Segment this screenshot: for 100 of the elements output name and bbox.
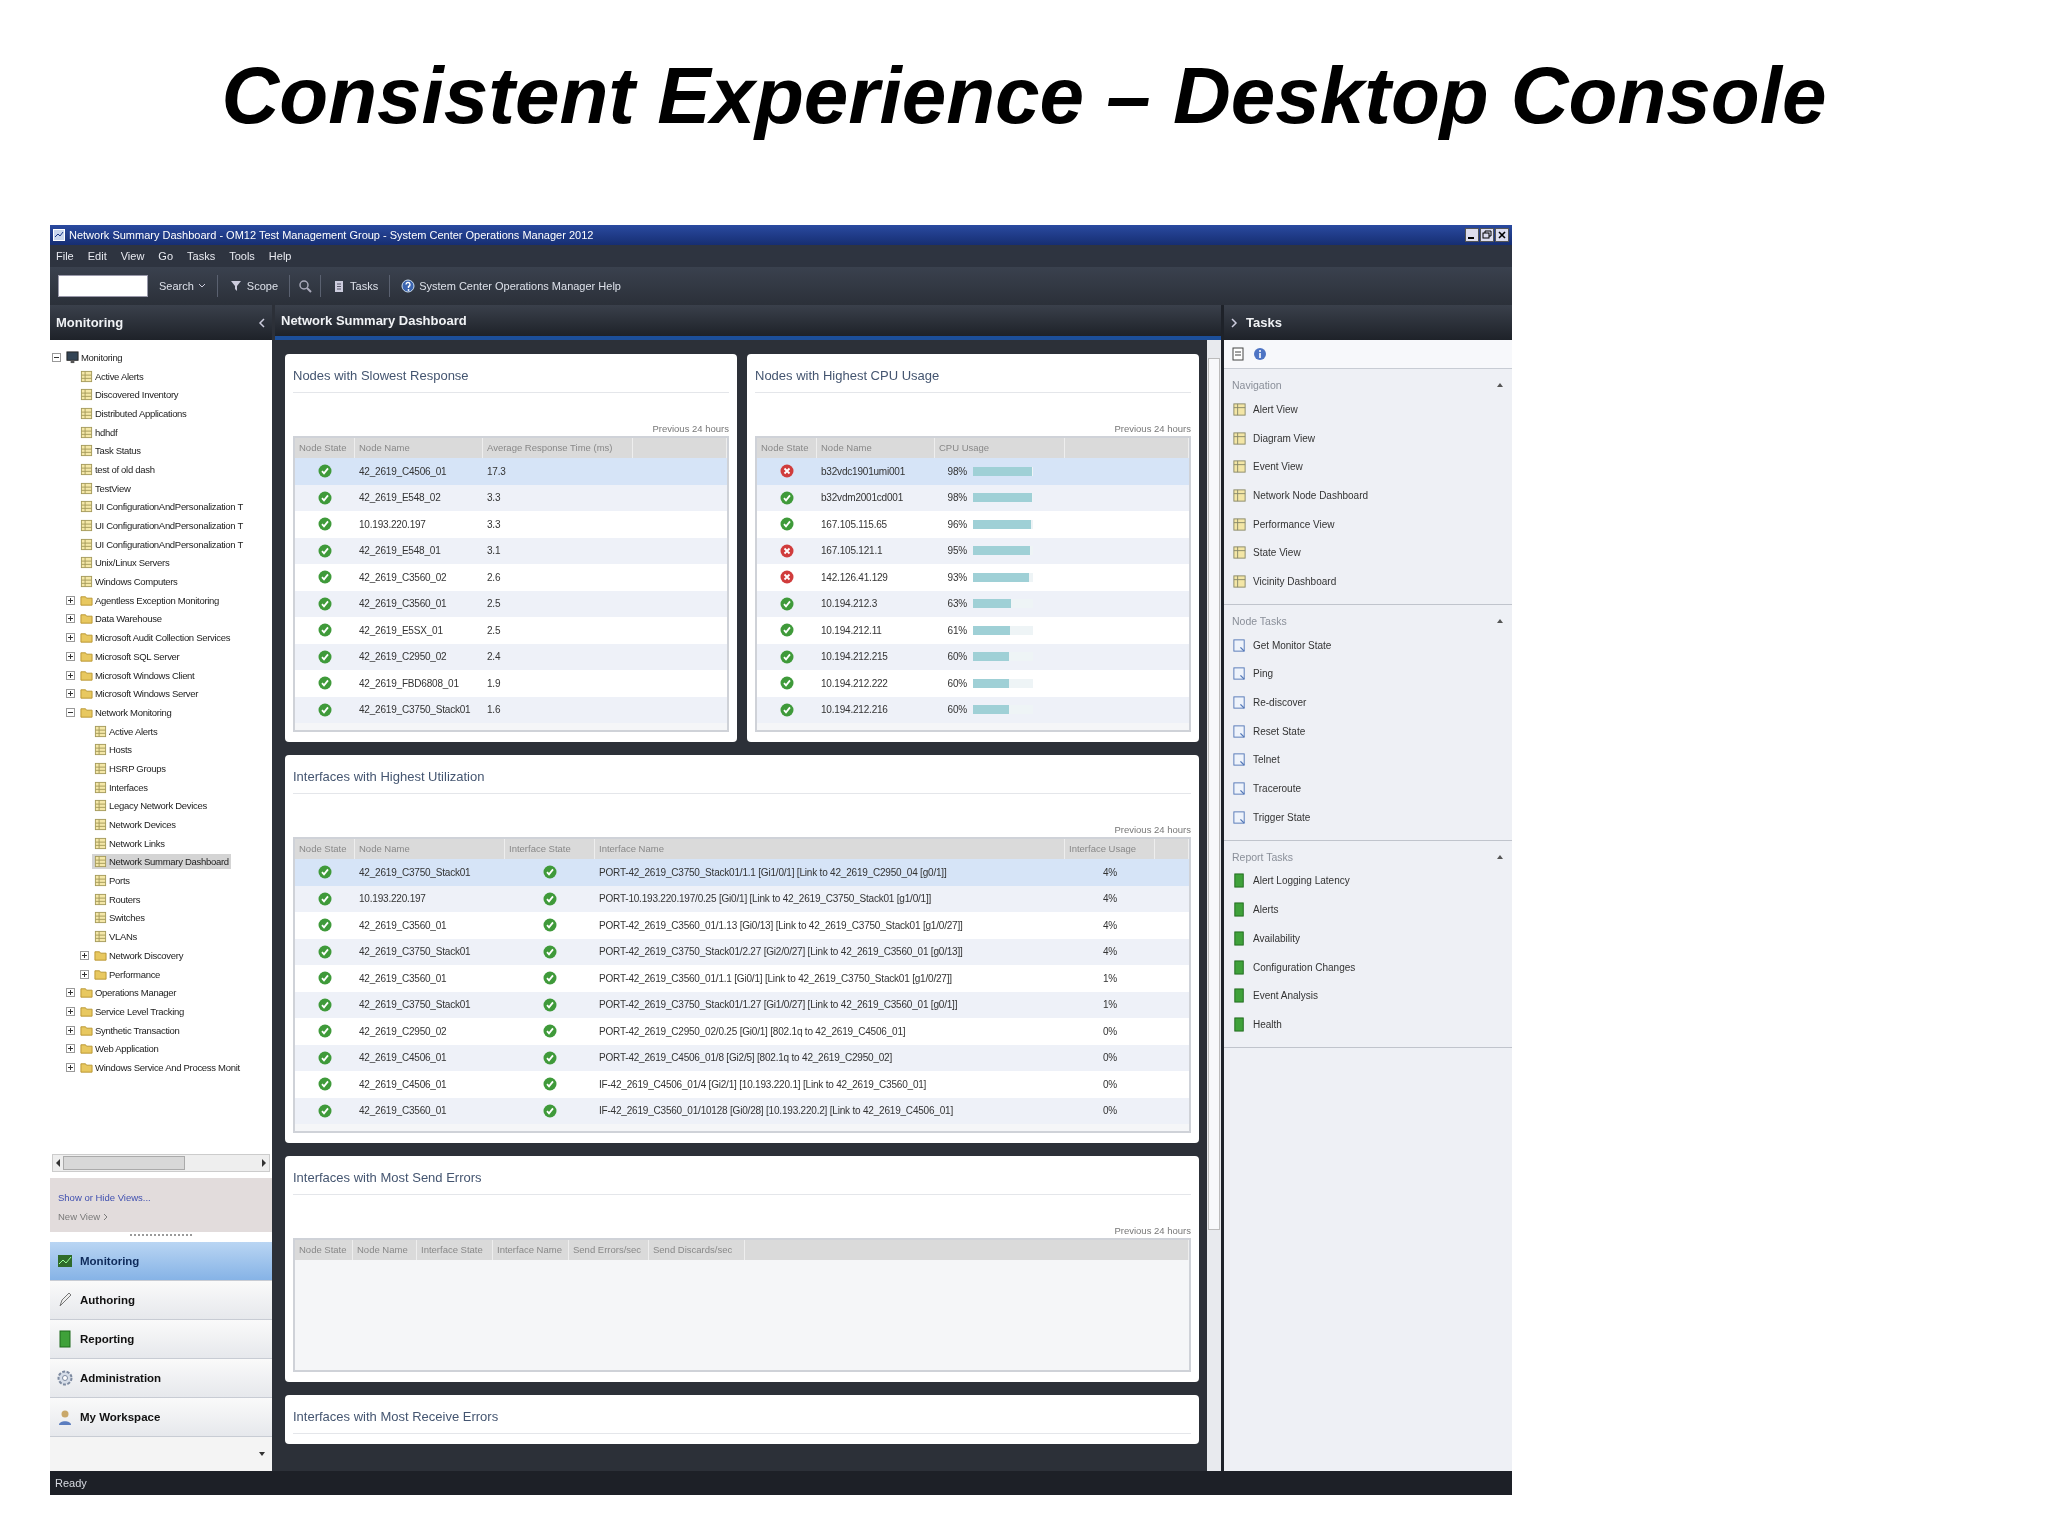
menu-item[interactable]: Go (158, 250, 174, 262)
expand-icon[interactable] (66, 1062, 75, 1072)
show-hide-views-link[interactable]: Show or Hide Views... (58, 1192, 264, 1203)
task-link[interactable]: Traceroute (1224, 774, 1512, 803)
search-button[interactable]: Search (156, 278, 209, 294)
expand-icon[interactable] (66, 595, 75, 605)
tree-item[interactable]: Network Discovery (92, 947, 186, 963)
tree-item[interactable]: Web Application (78, 1041, 161, 1057)
tree-item[interactable]: Microsoft Windows Server (78, 686, 201, 702)
table-row[interactable]: 167.105.121.1 95% (757, 537, 1189, 564)
collapse-icon[interactable] (1496, 853, 1504, 860)
expand-icon[interactable] (66, 1025, 75, 1035)
task-link[interactable]: Event Analysis (1224, 981, 1512, 1011)
table-row[interactable]: 42_2619_E5SX_01 2.5 (295, 617, 727, 644)
task-link[interactable]: Re-discover (1224, 688, 1512, 717)
tree-item[interactable]: VLANs (92, 929, 140, 945)
scroll-right-icon[interactable] (261, 1159, 267, 1167)
tree-item[interactable]: Microsoft SQL Server (78, 648, 182, 664)
expand-icon[interactable] (80, 969, 89, 979)
horizontal-scrollbar[interactable] (52, 1154, 270, 1172)
tree-item[interactable]: Unix/Linux Servers (78, 555, 172, 571)
table-row[interactable]: b32vdc1901umi001 98% (757, 458, 1189, 485)
table-row[interactable]: 42_2619_FBD6808_01 1.9 (295, 670, 727, 697)
task-link[interactable]: Performance View (1224, 509, 1512, 539)
vertical-scrollbar[interactable] (1207, 340, 1221, 1471)
help-button[interactable]: System Center Operations Manager Help (398, 277, 624, 295)
info-tab-icon[interactable] (1252, 346, 1268, 362)
tree-item[interactable]: Active Alerts (78, 368, 146, 384)
task-link[interactable]: Telnet (1224, 745, 1512, 775)
menu-item[interactable]: Tools (229, 250, 255, 262)
expand-icon[interactable] (66, 1044, 75, 1054)
table-row[interactable]: 42_2619_C2950_02 2.4 (295, 643, 727, 670)
workspace-button[interactable]: Authoring (50, 1281, 272, 1320)
tree-item[interactable]: Agentless Exception Monitoring (78, 592, 222, 608)
workspace-button[interactable]: Reporting (50, 1320, 272, 1359)
tree-item[interactable]: Ports (92, 873, 132, 889)
task-link[interactable]: Alert Logging Latency (1224, 866, 1512, 896)
tree-item[interactable]: Switches (92, 910, 147, 926)
tasks-tab-icon[interactable] (1230, 346, 1246, 362)
search-field[interactable] (58, 275, 148, 297)
tree-item[interactable]: Routers (92, 891, 143, 907)
workspace-button[interactable]: Monitoring (50, 1242, 272, 1281)
tree-item[interactable]: Network Monitoring (78, 704, 174, 720)
task-link[interactable]: Get Monitor State (1224, 630, 1512, 660)
menu-item[interactable]: Help (268, 250, 292, 262)
tree-item[interactable]: TestView (78, 480, 133, 496)
table-row[interactable]: 42_2619_E548_01 3.1 (295, 537, 727, 564)
table-row[interactable]: 42_2619_C3560_01 IF-42_2619_C3560_01/10128 [Gi0/28] [10.193.220.2] [Link to 42_2619_C4506_01] 0% (295, 1097, 1189, 1124)
table-row[interactable]: 42_2619_E548_02 3.3 (295, 484, 727, 511)
tree-item[interactable]: UI ConfigurationAndPersonalization T (78, 499, 245, 515)
table-row[interactable]: 10.194.212.215 60% (757, 643, 1189, 670)
task-link[interactable]: Event View (1224, 452, 1512, 482)
collapse-icon[interactable] (52, 352, 61, 362)
table-row[interactable]: 10.194.212.216 60% (757, 696, 1189, 723)
tree-item[interactable]: Windows Service And Process Monit (78, 1059, 242, 1075)
task-link[interactable]: Health (1224, 1010, 1512, 1039)
dropdown-icon[interactable] (258, 1451, 266, 1457)
table-row[interactable]: 42_2619_C3560_01 PORT-42_2619_C3560_01/1.1 [Gi0/1] [Link to 42_2619_C3750_Stack01 [g1/0/27]] 1% (295, 965, 1189, 992)
tree-item[interactable]: UI ConfigurationAndPersonalization T (78, 536, 245, 552)
tree-item[interactable]: Windows Computers (78, 574, 180, 590)
task-link[interactable]: Diagram View (1224, 423, 1512, 453)
table-row[interactable]: 10.193.220.197 3.3 (295, 511, 727, 538)
tree-item[interactable]: hdhdf (78, 424, 120, 440)
table-row[interactable]: 42_2619_C3560_02 2.6 (295, 564, 727, 591)
workspace-button[interactable]: Administration (50, 1359, 272, 1398)
scroll-left-icon[interactable] (55, 1159, 61, 1167)
task-link[interactable]: Alert View (1224, 395, 1512, 424)
task-link[interactable]: Trigger State (1224, 802, 1512, 832)
restore-icon[interactable] (1480, 228, 1494, 242)
expand-pane-icon[interactable] (1230, 317, 1238, 328)
table-row[interactable]: 10.194.212.11 61% (757, 617, 1189, 644)
tree-item[interactable]: Interfaces (92, 779, 150, 795)
menu-item[interactable]: View (120, 250, 145, 262)
task-link[interactable]: Configuration Changes (1224, 952, 1512, 982)
expand-icon[interactable] (66, 614, 75, 624)
tree-item[interactable]: Distributed Applications (78, 405, 189, 421)
tree-item[interactable]: Service Level Tracking (78, 1003, 186, 1019)
tree-item[interactable]: Data Warehouse (78, 611, 164, 627)
table-row[interactable]: b32vdm2001cd001 98% (757, 484, 1189, 511)
tree-item[interactable]: Microsoft Windows Client (78, 667, 197, 683)
task-link[interactable]: State View (1224, 538, 1512, 568)
expand-icon[interactable] (66, 689, 75, 699)
tree-item[interactable]: HSRP Groups (92, 760, 168, 776)
expand-icon[interactable] (80, 950, 89, 960)
table-row[interactable]: 42_2619_C3750_Stack01 PORT-42_2619_C3750_Stack01/1.1 [Gi1/0/1] [Link to 42_2619_C2950_04 [g0/1]] 4% (295, 859, 1189, 886)
collapse-icon[interactable] (1496, 382, 1504, 388)
tree-item[interactable]: Task Status (78, 443, 143, 459)
expand-icon[interactable] (66, 988, 75, 998)
collapse-icon[interactable] (66, 707, 75, 717)
table-row[interactable]: 167.105.115.65 96% (757, 511, 1189, 538)
expand-icon[interactable] (66, 1006, 75, 1016)
table-row[interactable]: 42_2619_C3750_Stack01 1.6 (295, 696, 727, 723)
table-row[interactable]: 10.193.220.197 PORT-10.193.220.197/0.25 [Gi0/1] [Link to 42_2619_C3750_Stack01 [g1/0/1]] 4% (295, 885, 1189, 912)
tree-item[interactable]: Network Summary Dashboard (92, 854, 231, 870)
tree-item[interactable]: Network Links (92, 835, 167, 851)
tree-item[interactable]: Legacy Network Devices (92, 798, 209, 814)
search-icon[interactable] (298, 279, 313, 293)
tree-item[interactable]: Performance (92, 966, 163, 982)
expand-icon[interactable] (66, 651, 75, 661)
task-link[interactable]: Network Node Dashboard (1224, 481, 1512, 510)
